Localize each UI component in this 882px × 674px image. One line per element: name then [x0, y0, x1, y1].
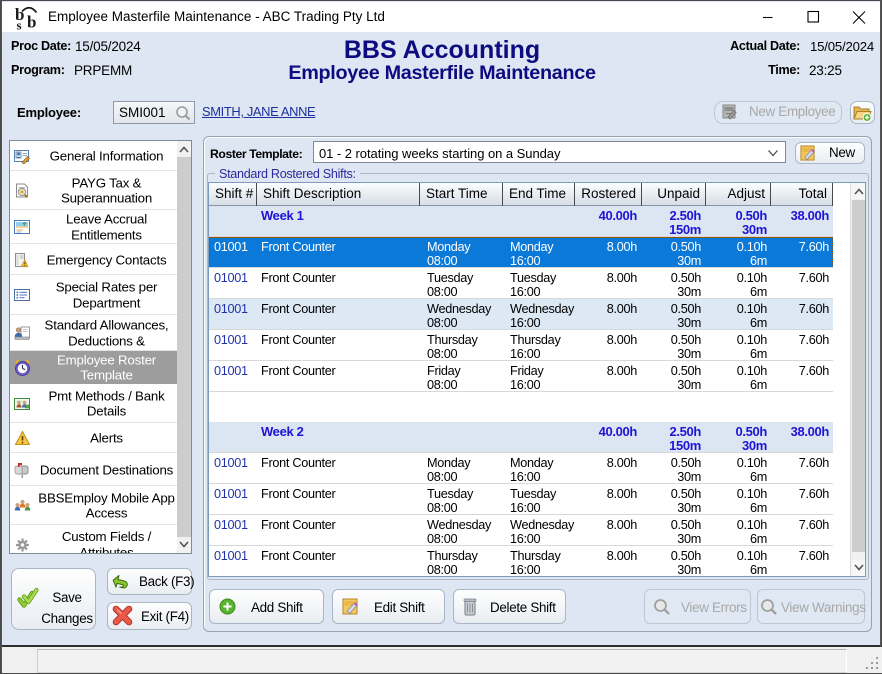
- svg-text:s: s: [17, 18, 22, 32]
- svg-text:b: b: [27, 13, 36, 32]
